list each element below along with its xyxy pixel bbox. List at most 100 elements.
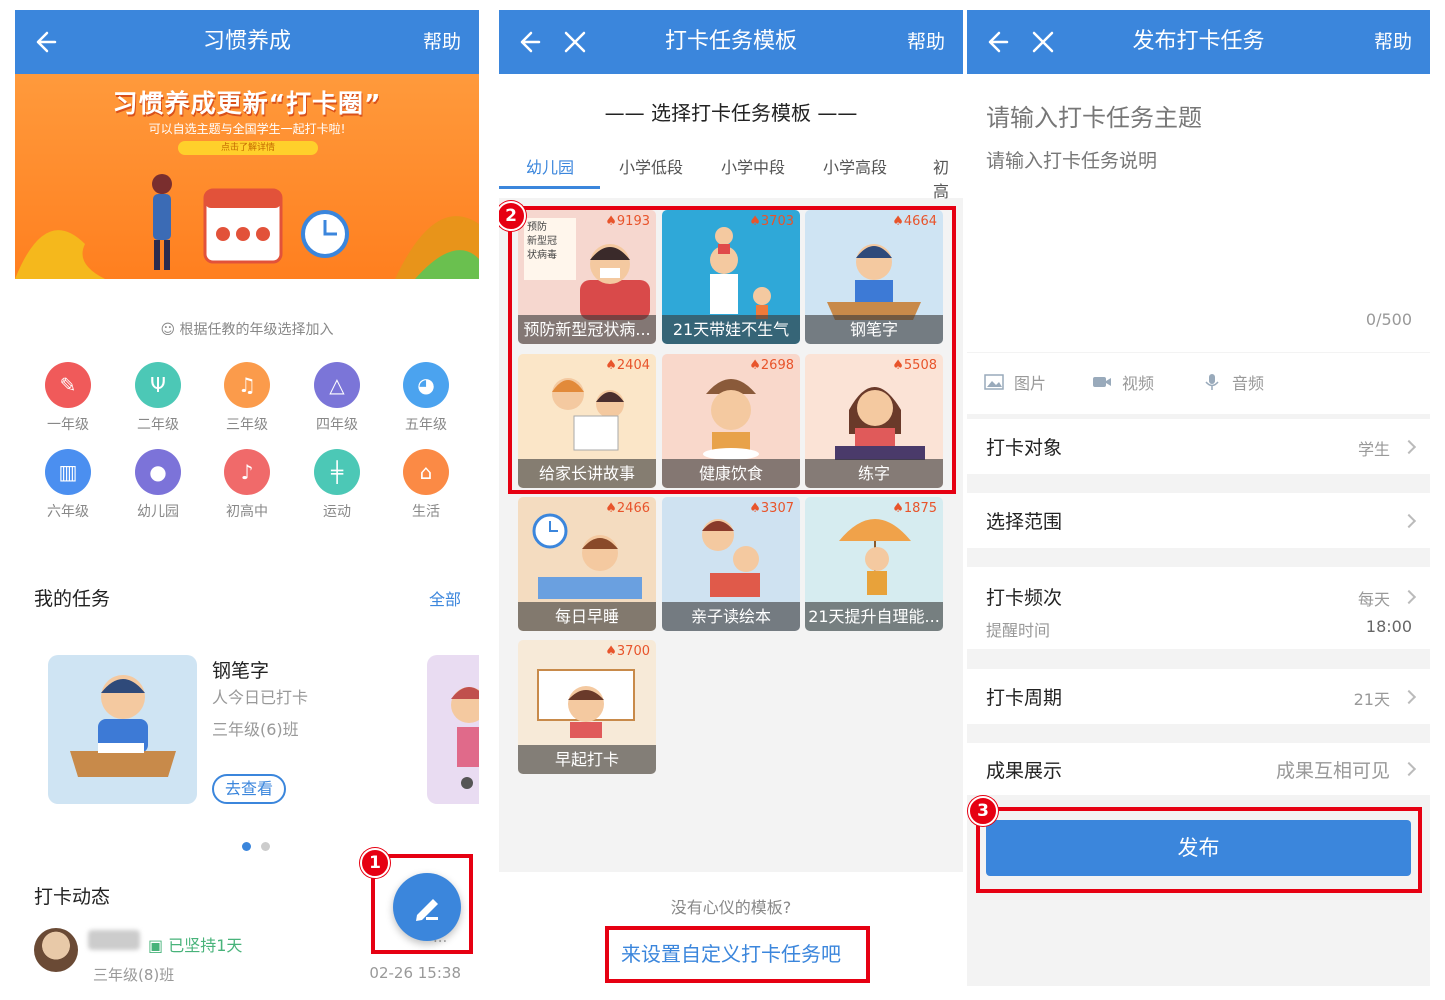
step-badge-1: 1 <box>360 848 390 878</box>
banner-illustration <box>15 174 479 279</box>
row-value: 每天 <box>1357 590 1390 609</box>
page-title: 习惯养成 <box>202 29 291 54</box>
description-input[interactable]: 请输入打卡任务说明 <box>986 146 1157 173</box>
publish-panel: 发布打卡任务 帮助 请输入打卡任务主题 请输入打卡任务说明 0/500 图片 视… <box>967 10 1430 986</box>
view-task-button[interactable]: 去查看 <box>212 774 286 804</box>
grade-item-9[interactable]: ╪ 运动 <box>302 449 372 521</box>
template-tile[interactable]: ♠3307 亲子读绘本 <box>662 497 800 631</box>
period-row[interactable]: 打卡周期 21天 <box>967 669 1430 724</box>
highlight-box-3 <box>976 807 1422 893</box>
feed-time: 02-26 15:38 <box>369 964 461 982</box>
tab-primary-high[interactable]: 小学高段 <box>823 154 887 178</box>
tab-kindergarten[interactable]: 幼儿园 <box>526 154 574 178</box>
avatar[interactable] <box>34 928 78 972</box>
template-name: 每日早睡 <box>518 602 656 631</box>
grade-item-8[interactable]: ♪ 初高中 <box>212 449 282 521</box>
template-tile[interactable]: ♠1875 21天提升自理能... <box>805 497 943 631</box>
image-attach-button[interactable]: 图片 <box>984 370 1046 394</box>
hint-icon: ☺ <box>160 322 180 338</box>
select-template-title: —— 选择打卡任务模板 —— <box>604 101 858 125</box>
grade-item-3[interactable]: ♫ 三年级 <box>212 362 282 434</box>
row-label: 选择范围 <box>986 511 1063 533</box>
chevron-right-icon <box>1401 689 1417 705</box>
blurred-username <box>88 930 140 950</box>
chevron-right-icon <box>1401 761 1417 777</box>
chevron-right-icon <box>1401 589 1417 605</box>
no-template-question: 没有心仪的模板? <box>670 898 792 917</box>
all-tasks-link[interactable]: 全部 <box>429 586 461 610</box>
result-row[interactable]: 成果展示 成果互相可见 <box>967 743 1430 795</box>
reminder-label: 提醒时间 <box>986 621 1051 640</box>
audio-attach-button[interactable]: 音频 <box>1202 370 1264 394</box>
grade-item-7[interactable]: ● 幼儿园 <box>123 449 193 521</box>
my-tasks-title: 我的任务 <box>34 588 111 610</box>
hot-count: ♠2466 <box>605 501 650 516</box>
pager-dot-active[interactable] <box>242 842 251 851</box>
char-counter: 0/500 <box>1365 310 1412 329</box>
reminder-time[interactable]: 18:00 <box>1366 617 1412 636</box>
row-label: 打卡频次 <box>986 587 1063 609</box>
frequency-row[interactable]: 打卡频次 每天 提醒时间 18:00 <box>967 567 1430 649</box>
publish-header: 发布打卡任务 帮助 <box>967 10 1430 74</box>
grade-item-1[interactable]: ✎ 一年级 <box>33 362 103 434</box>
page-title: 打卡任务模板 <box>664 29 797 54</box>
flame-icon: ♠ <box>605 644 617 659</box>
template-selector: —— 选择打卡任务模板 —— 幼儿园 小学低段 小学中段 小学高段 初高 <box>499 74 963 201</box>
feed-class: 三年级(8)班 <box>93 966 175 984</box>
scope-row[interactable]: 选择范围 <box>967 493 1430 548</box>
ruler-icon: △ <box>314 362 360 408</box>
book-icon: ▥ <box>45 449 91 495</box>
template-name: 早起打卡 <box>518 745 656 774</box>
page-title: 发布打卡任务 <box>1132 29 1265 54</box>
streak-badge: ▣ 已坚持1天 <box>148 936 243 955</box>
row-value: 成果互相可见 <box>1275 760 1390 782</box>
grade-item-2[interactable]: Ψ 二年级 <box>123 362 193 434</box>
hot-count: ♠3700 <box>605 644 650 659</box>
row-label: 成果展示 <box>986 760 1063 782</box>
pen-writing-illustration <box>70 675 176 777</box>
calendar-check-icon: ▣ <box>148 936 169 955</box>
help-button[interactable]: 帮助 <box>1374 10 1412 74</box>
target-row[interactable]: 打卡对象 学生 <box>967 419 1430 474</box>
step-badge-3: 3 <box>968 796 998 826</box>
highlight-box-2 <box>508 206 956 494</box>
banner-detail-button[interactable]: 点击了解详情 <box>178 141 318 155</box>
active-tab-indicator <box>499 186 600 189</box>
pager-dot[interactable] <box>261 842 270 851</box>
house-icon: ⌂ <box>403 449 449 495</box>
chevron-right-icon <box>1401 439 1417 455</box>
hot-count: ♠1875 <box>892 501 937 516</box>
help-button[interactable]: 帮助 <box>907 10 945 74</box>
grade-hint: ☺ 根据任教的年级选择加入 <box>160 322 334 338</box>
help-button[interactable]: 帮助 <box>423 10 461 74</box>
template-tile[interactable]: ♠2466 每日早睡 <box>518 497 656 631</box>
guitar-icon: ♪ <box>224 449 270 495</box>
template-name: 亲子读绘本 <box>662 602 800 631</box>
grade-tabs: 幼儿园 小学低段 小学中段 小学高段 初高 <box>499 144 963 201</box>
tab-primary-low[interactable]: 小学低段 <box>619 154 683 178</box>
tab-junior-senior[interactable]: 初高 <box>933 154 963 202</box>
task-checked-count: 人今日已打卡 <box>212 688 309 707</box>
task-input-area: 请输入打卡任务主题 请输入打卡任务说明 0/500 <box>967 74 1430 352</box>
next-task-card[interactable] <box>427 655 479 804</box>
habit-panel: 习惯养成 帮助 习惯养成更新“打卡圈” 可以自选主题与全国学生一起打卡啦! 点击… <box>15 10 479 986</box>
row-value: 21天 <box>1353 690 1390 709</box>
grade-item-10[interactable]: ⌂ 生活 <box>391 449 461 521</box>
promo-banner[interactable]: 习惯养成更新“打卡圈” 可以自选主题与全国学生一起打卡啦! 点击了解详情 <box>15 74 479 279</box>
video-attach-button[interactable]: 视频 <box>1092 370 1154 394</box>
banner-subtitle: 可以自选主题与全国学生一起打卡啦! <box>148 122 346 136</box>
grade-item-4[interactable]: △ 四年级 <box>302 362 372 434</box>
template-tile[interactable]: ♠3700 早起打卡 <box>518 640 656 774</box>
grade-item-5[interactable]: ◕ 五年级 <box>391 362 461 434</box>
template-name: 21天提升自理能... <box>805 602 943 631</box>
template-header: 打卡任务模板 帮助 <box>499 10 963 74</box>
row-label: 打卡周期 <box>986 687 1063 709</box>
template-panel: 打卡任务模板 帮助 —— 选择打卡任务模板 —— 幼儿园 小学低段 小学中段 小… <box>499 10 963 986</box>
fork-icon: Ψ <box>135 362 181 408</box>
task-card-image[interactable] <box>48 655 197 804</box>
grade-item-6[interactable]: ▥ 六年级 <box>33 449 103 521</box>
feed-title: 打卡动态 <box>34 886 111 908</box>
tab-primary-mid[interactable]: 小学中段 <box>721 154 785 178</box>
topic-input[interactable]: 请输入打卡任务主题 <box>986 98 1202 133</box>
image-icon <box>984 374 1004 390</box>
